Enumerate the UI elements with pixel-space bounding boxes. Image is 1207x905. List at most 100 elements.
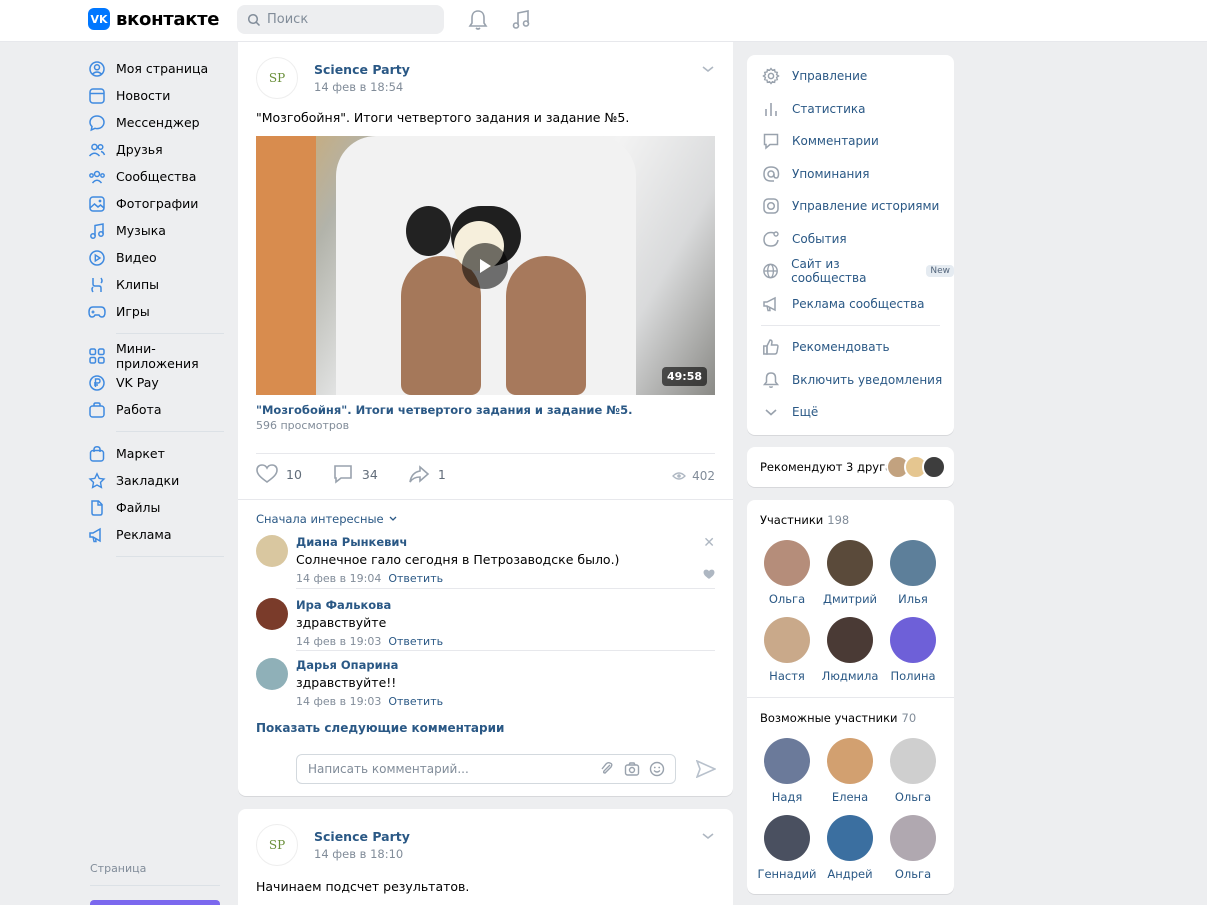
stats-icon xyxy=(765,102,777,116)
nav-item-bookmark[interactable]: Закладки xyxy=(88,467,224,494)
nav-item-clips[interactable]: Клипы xyxy=(88,271,224,298)
avatar xyxy=(827,815,873,861)
share-icon xyxy=(409,465,430,483)
commenter-name[interactable]: Ира Фалькова xyxy=(296,598,443,612)
comment-button[interactable]: 34 xyxy=(332,464,378,484)
reply-button[interactable]: Ответить xyxy=(388,572,443,585)
post-date[interactable]: 14 фев в 18:10 xyxy=(314,847,410,861)
comment-date[interactable]: 14 фев в 19:04 xyxy=(296,572,381,585)
like-button[interactable]: 10 xyxy=(256,464,302,484)
community-menu-item-thumbs-up[interactable]: Рекомендовать xyxy=(747,331,954,364)
search-placeholder: Поиск xyxy=(267,12,309,27)
play-button[interactable] xyxy=(462,243,508,289)
video-player[interactable]: 49:58 xyxy=(256,136,715,395)
camera-icon[interactable] xyxy=(624,761,640,777)
community-menu-item-megaphone[interactable]: Реклама сообщества xyxy=(747,288,954,321)
commenter-name[interactable]: Диана Рынкевич xyxy=(296,535,619,549)
member-card[interactable]: Надя xyxy=(757,738,817,804)
music-icon[interactable] xyxy=(511,9,531,31)
logo-text: вконтакте xyxy=(116,8,220,30)
avatar xyxy=(890,738,936,784)
member-card[interactable]: Елена xyxy=(820,738,880,804)
nav-item-news[interactable]: Новости xyxy=(88,82,224,109)
nav-item-photo[interactable]: Фотографии xyxy=(88,190,224,217)
nav-item-communities[interactable]: Сообщества xyxy=(88,163,224,190)
heart-icon[interactable] xyxy=(703,569,715,580)
nav-item-vkpay[interactable]: VK Pay xyxy=(88,369,224,396)
nav-item-label: Сообщества xyxy=(116,169,197,184)
comment-date[interactable]: 14 фев в 19:03 xyxy=(296,695,381,708)
member-card[interactable]: Илья xyxy=(883,540,943,606)
member-card[interactable]: Ольга xyxy=(883,738,943,804)
share-button[interactable]: 1 xyxy=(408,464,446,484)
bell-icon[interactable] xyxy=(468,9,488,31)
community-menu-item-stories[interactable]: Управление историями xyxy=(747,190,954,223)
menu-item-label: Включить уведомления xyxy=(792,372,943,387)
show-more-comments-button[interactable]: Показать следующие комментарии xyxy=(256,721,504,735)
comment-sort-dropdown[interactable]: Сначала интересные xyxy=(256,512,398,526)
send-icon[interactable] xyxy=(696,760,716,778)
community-menu-item-mention[interactable]: Упоминания xyxy=(747,158,954,191)
nav-item-work[interactable]: Работа xyxy=(88,396,224,423)
nav-item-user-circle[interactable]: Моя страница xyxy=(88,55,224,82)
possible-members-title[interactable]: Возможные участники 70 xyxy=(760,711,916,725)
member-card[interactable]: Ольга xyxy=(883,815,943,881)
nav-item-apps[interactable]: Мини-приложения xyxy=(88,341,224,371)
community-menu-item-bell[interactable]: Включить уведомления xyxy=(747,364,954,397)
friends-recommend[interactable]: Рекомендуют 3 друга xyxy=(747,447,954,487)
attach-icon[interactable] xyxy=(599,761,615,777)
nav-item-market[interactable]: Маркет xyxy=(88,440,224,467)
ads-icon xyxy=(89,527,101,542)
commenter-avatar[interactable] xyxy=(256,535,288,567)
search-input[interactable]: Поиск xyxy=(237,5,444,34)
commenter-avatar[interactable] xyxy=(256,658,288,690)
community-menu-item-comment[interactable]: Комментарии xyxy=(747,125,954,158)
community-avatar[interactable]: SP xyxy=(256,824,298,866)
community-menu-item-gear[interactable]: Управление xyxy=(747,60,954,93)
chevron-down-icon[interactable] xyxy=(701,831,715,841)
community-menu-item-stats[interactable]: Статистика xyxy=(747,93,954,126)
members-title[interactable]: Участники 198 xyxy=(760,513,849,527)
post-author[interactable]: Science Party xyxy=(314,62,410,77)
reply-button[interactable]: Ответить xyxy=(388,635,443,648)
comment-input[interactable]: Написать комментарий... xyxy=(296,754,676,784)
community-menu-item-chevron-down[interactable]: Ещё xyxy=(747,396,954,429)
member-card[interactable]: Дмитрий xyxy=(820,540,880,606)
avatar xyxy=(827,540,873,586)
nav-item-video[interactable]: Видео xyxy=(88,244,224,271)
footer-button[interactable] xyxy=(90,900,220,905)
nav-item-label: Друзья xyxy=(116,142,163,157)
chevron-down-icon[interactable] xyxy=(701,64,715,74)
community-menu-item-events[interactable]: События xyxy=(747,223,954,256)
nav-item-message[interactable]: Мессенджер xyxy=(88,109,224,136)
avatar xyxy=(922,455,946,479)
post-author[interactable]: Science Party xyxy=(314,829,410,844)
commenter-name[interactable]: Дарья Опарина xyxy=(296,658,443,672)
member-name: Ольга xyxy=(768,592,806,606)
video-title[interactable]: "Мозгобойня". Итоги четвертого задания и… xyxy=(256,403,632,417)
video-thumbnail-detail xyxy=(506,256,586,395)
member-card[interactable]: Андрей xyxy=(820,815,880,881)
community-menu-item-globe[interactable]: Сайт из сообщества New xyxy=(747,255,954,288)
comment-date[interactable]: 14 фев в 19:03 xyxy=(296,635,381,648)
nav-item-games[interactable]: Игры xyxy=(88,298,224,325)
divider xyxy=(296,588,715,589)
nav-item-file[interactable]: Файлы xyxy=(88,494,224,521)
emoji-icon[interactable] xyxy=(649,761,665,777)
member-card[interactable]: Полина xyxy=(883,617,943,683)
nav-item-ads[interactable]: Реклама xyxy=(88,521,224,548)
commenter-avatar[interactable] xyxy=(256,598,288,630)
vk-logo[interactable]: VK вконтакте xyxy=(88,8,219,30)
member-card[interactable]: Ольга xyxy=(757,540,817,606)
reply-button[interactable]: Ответить xyxy=(388,695,443,708)
nav-item-music[interactable]: Музыка xyxy=(88,217,224,244)
community-avatar[interactable]: SP xyxy=(256,57,298,99)
member-card[interactable]: Геннадий xyxy=(757,815,817,881)
member-card[interactable]: Людмила xyxy=(820,617,880,683)
close-icon[interactable]: ✕ xyxy=(703,535,715,551)
post-date[interactable]: 14 фев в 18:54 xyxy=(314,80,410,94)
like-count: 10 xyxy=(286,466,302,482)
comment-text: Солнечное гало сегодня в Петрозаводске б… xyxy=(296,552,620,567)
nav-item-friends[interactable]: Друзья xyxy=(88,136,224,163)
member-card[interactable]: Настя xyxy=(757,617,817,683)
